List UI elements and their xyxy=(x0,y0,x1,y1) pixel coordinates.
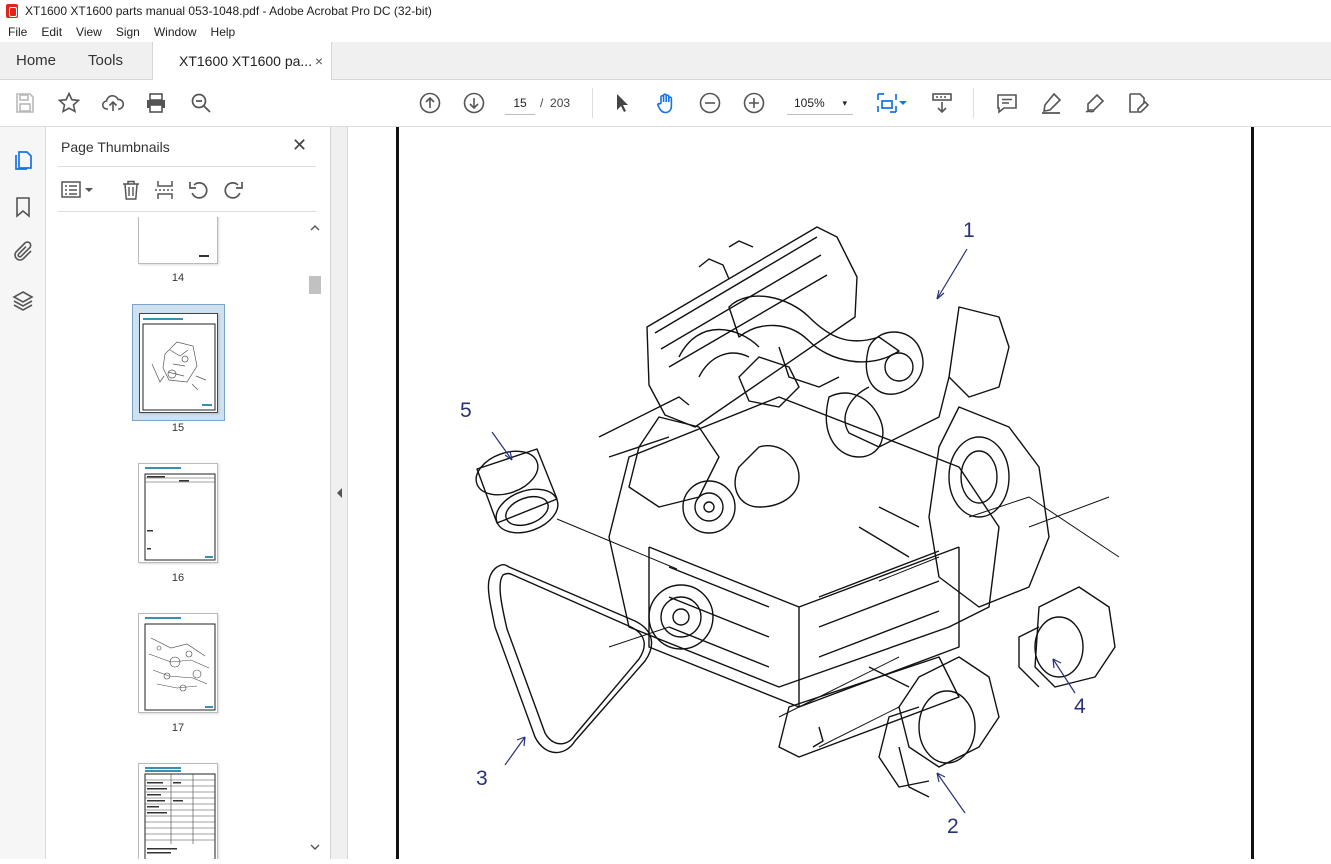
panel-divider xyxy=(58,166,316,167)
comment-icon[interactable] xyxy=(995,91,1019,115)
panel-collapse-handle[interactable] xyxy=(331,127,348,859)
scroll-mode-icon[interactable] xyxy=(930,91,954,115)
next-page-icon[interactable] xyxy=(462,91,486,115)
thumbnail-page-selected[interactable] xyxy=(139,313,218,413)
extract-page-icon[interactable] xyxy=(154,179,176,206)
thumbnail-label: 15 xyxy=(171,422,185,434)
window-title: XT1600 XT1600 parts manual 053-1048.pdf … xyxy=(25,4,432,18)
rotate-counterclockwise-icon[interactable] xyxy=(188,179,210,206)
tab-document-label: XT1600 XT1600 pa... xyxy=(179,53,313,69)
zoom-search-icon[interactable] xyxy=(189,91,213,115)
page-number-input[interactable]: 15 xyxy=(505,91,535,115)
document-viewer[interactable]: 1 2 3 4 5 xyxy=(348,127,1331,859)
menu-view[interactable]: View xyxy=(68,25,108,39)
menu-help[interactable]: Help xyxy=(203,25,242,39)
bookmark-star-icon[interactable] xyxy=(57,91,81,115)
panel-title: Page Thumbnails xyxy=(61,139,170,155)
delete-page-icon[interactable] xyxy=(120,179,142,206)
zoom-out-icon[interactable] xyxy=(698,91,722,115)
engine-exploded-view-drawing xyxy=(475,226,1120,814)
callout-label: 1 xyxy=(963,219,975,242)
page-thumbnails-panel: Page Thumbnails ✕ 14 15 16 17 xyxy=(46,127,331,859)
page-total: / 203 xyxy=(540,91,570,115)
draw-signature-icon[interactable] xyxy=(1083,91,1107,115)
thumbnail-list: 14 15 16 17 xyxy=(46,217,308,859)
save-icon[interactable] xyxy=(13,91,37,115)
collapse-arrow-icon xyxy=(337,488,342,498)
main-toolbar xyxy=(0,80,1331,127)
menu-edit[interactable]: Edit xyxy=(33,25,68,39)
menu-window[interactable]: Window xyxy=(146,25,203,39)
rotate-clockwise-icon[interactable] xyxy=(222,179,244,206)
close-tab-icon[interactable]: × xyxy=(315,42,323,80)
page-count: 203 xyxy=(550,96,571,110)
tab-home[interactable]: Home xyxy=(16,42,56,80)
bookmarks-icon[interactable] xyxy=(11,195,35,219)
panel-divider xyxy=(58,211,316,212)
left-rail xyxy=(0,127,46,859)
attachments-paperclip-icon[interactable] xyxy=(11,240,35,264)
tab-bar: Home Tools XT1600 XT1600 pa... × xyxy=(0,42,1331,81)
menu-bar: File Edit View Sign Window Help xyxy=(0,22,1331,42)
chevron-down-icon: ▾ xyxy=(842,98,847,108)
upload-cloud-icon[interactable] xyxy=(101,91,125,115)
select-cursor-icon[interactable] xyxy=(610,91,634,115)
thumbnail-label: 17 xyxy=(171,722,185,734)
callout-label: 2 xyxy=(947,815,959,838)
layers-icon[interactable] xyxy=(11,289,35,313)
thumbnail-label: 16 xyxy=(171,572,185,584)
acrobat-logo-icon xyxy=(6,4,18,18)
pdf-page: 1 2 3 4 5 xyxy=(396,127,1254,859)
thumbnail-scrollbar[interactable] xyxy=(308,217,322,859)
thumbnail-page[interactable] xyxy=(138,217,218,264)
thumbnail-options-icon[interactable] xyxy=(60,179,94,206)
fit-page-icon[interactable] xyxy=(875,91,899,115)
toolbar-divider xyxy=(592,88,593,118)
zoom-value: 105% xyxy=(794,96,825,110)
tab-tools[interactable]: Tools xyxy=(88,42,123,80)
close-panel-icon[interactable]: ✕ xyxy=(292,135,307,156)
thumbnail-label: 14 xyxy=(171,272,185,284)
highlight-pen-icon[interactable] xyxy=(1039,91,1063,115)
title-bar: XT1600 XT1600 parts manual 053-1048.pdf … xyxy=(0,0,1331,22)
thumbnail-page[interactable] xyxy=(138,463,218,563)
page-thumbnails-icon[interactable] xyxy=(11,148,35,172)
zoom-in-icon[interactable] xyxy=(742,91,766,115)
tab-document[interactable]: XT1600 XT1600 pa... × xyxy=(152,42,332,81)
thumbnail-page[interactable] xyxy=(138,613,218,713)
callout-label: 3 xyxy=(476,767,488,790)
edit-pdf-icon[interactable] xyxy=(1126,91,1150,115)
toolbar-divider xyxy=(973,88,974,118)
hand-tool-icon[interactable] xyxy=(654,91,678,115)
thumbnail-page[interactable] xyxy=(138,763,218,859)
page-separator: / xyxy=(540,96,544,110)
menu-file[interactable]: File xyxy=(0,25,33,39)
previous-page-icon[interactable] xyxy=(418,91,442,115)
zoom-select[interactable]: 105% ▾ xyxy=(787,91,853,115)
callout-label: 4 xyxy=(1074,695,1086,718)
print-icon[interactable] xyxy=(144,91,168,115)
fit-page-dropdown-icon[interactable] xyxy=(898,91,908,115)
callout-label: 5 xyxy=(460,399,472,422)
menu-sign[interactable]: Sign xyxy=(108,25,146,39)
